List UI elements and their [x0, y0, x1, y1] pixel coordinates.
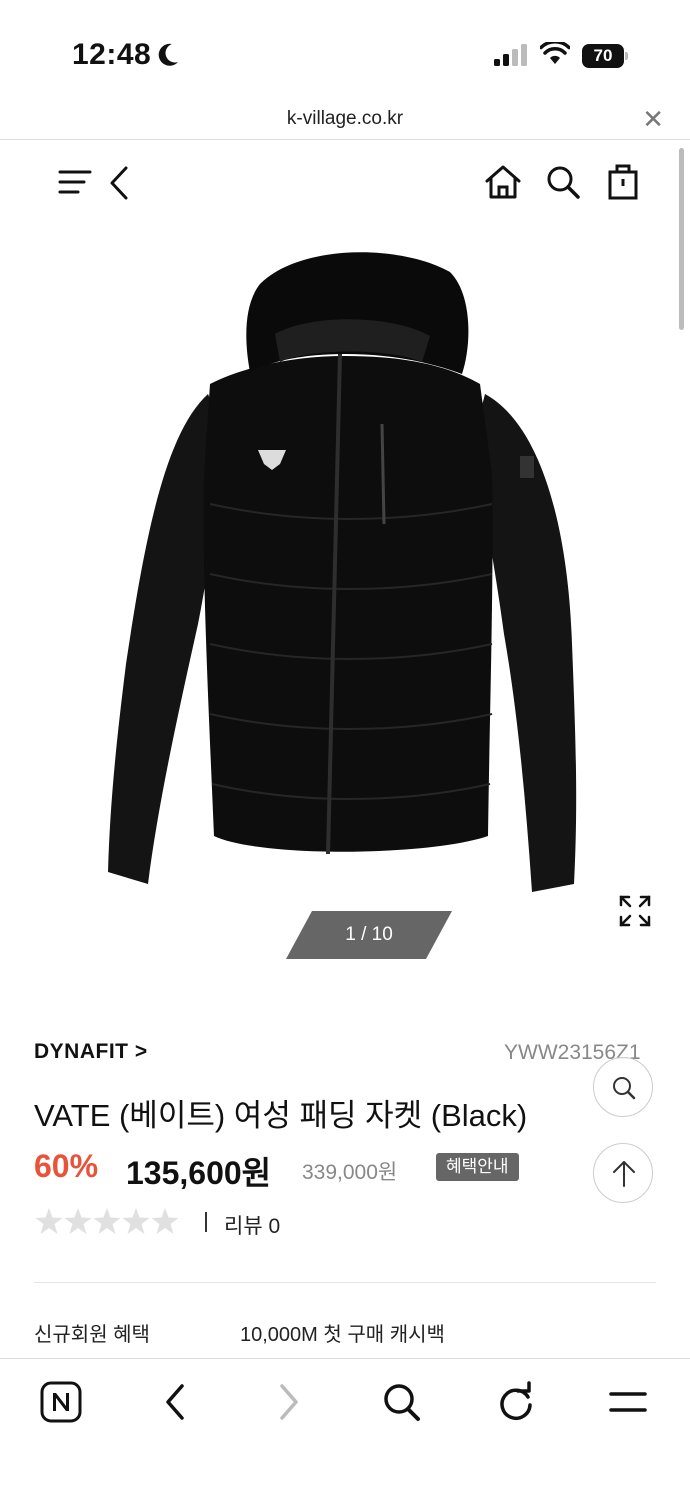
url-bar[interactable]: k-village.co.kr ✕ — [0, 100, 690, 140]
search-icon[interactable] — [382, 1381, 422, 1423]
shopping-bag-icon[interactable] — [606, 162, 640, 200]
scroll-top-button[interactable] — [593, 1143, 653, 1203]
chevron-left-icon[interactable] — [104, 166, 134, 200]
product-image[interactable] — [100, 244, 590, 904]
section-divider — [34, 1282, 656, 1283]
site-header — [0, 140, 690, 230]
zoom-search-icon — [613, 1077, 636, 1100]
forward-icon[interactable] — [272, 1381, 306, 1423]
back-icon[interactable] — [158, 1381, 192, 1423]
close-icon[interactable]: ✕ — [642, 104, 664, 135]
menu-icon[interactable] — [58, 166, 92, 200]
page-scrollbar[interactable] — [679, 148, 684, 330]
wifi-icon — [540, 42, 570, 64]
status-bar: 12:48 70 — [0, 0, 690, 100]
perk-value: 10,000M 첫 구매 캐시백 — [240, 1324, 445, 1346]
sale-price: 135,600원 — [126, 1155, 272, 1191]
browser-toolbar — [0, 1358, 690, 1500]
gallery-counter-text: 1 / 10 — [345, 924, 393, 945]
moon-icon — [158, 43, 178, 66]
status-time: 12:48 — [72, 38, 152, 71]
url-text[interactable]: k-village.co.kr — [0, 108, 690, 130]
original-price: 339,000원 — [302, 1161, 398, 1184]
battery-indicator: 70 — [582, 44, 628, 68]
battery-level: 70 — [593, 46, 613, 65]
divider — [205, 1212, 207, 1232]
gallery-counter: 1 / 10 — [286, 911, 452, 959]
cellular-signal-icon — [494, 44, 527, 66]
search-icon[interactable] — [545, 164, 581, 200]
naver-n-icon[interactable] — [40, 1381, 82, 1423]
arrow-up-icon — [613, 1161, 635, 1187]
perk-label: 신규회원 혜택 — [34, 1324, 150, 1346]
brand-link[interactable]: DYNAFIT > — [34, 1040, 148, 1064]
rating-stars — [35, 1208, 179, 1234]
refresh-icon[interactable] — [496, 1381, 536, 1423]
discount-rate: 60% — [34, 1148, 99, 1184]
home-icon[interactable] — [484, 164, 522, 200]
benefit-info-button[interactable]: 혜택안내 — [436, 1153, 519, 1181]
review-count-link[interactable]: 리뷰 0 — [224, 1210, 280, 1240]
hamburger-menu-icon[interactable] — [608, 1381, 648, 1423]
expand-icon[interactable] — [618, 894, 652, 928]
zoom-search-button[interactable] — [593, 1057, 653, 1117]
product-title: VATE (베이트) 여성 패딩 자켓 (Black) — [34, 1098, 528, 1133]
